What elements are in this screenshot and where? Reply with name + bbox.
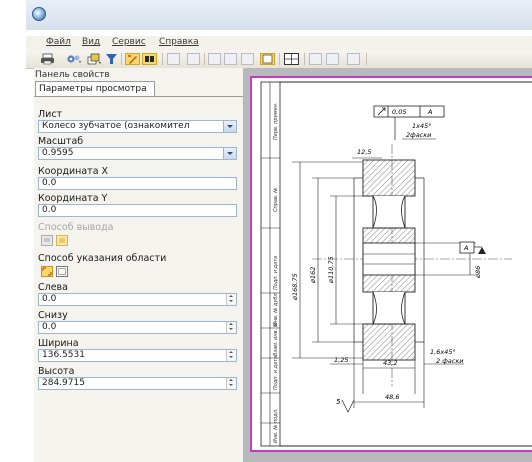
preview-viewport[interactable]: Перв. примен. Справ. № Подп. и дата Инв.… xyxy=(244,68,532,462)
stamp-label-replace-inv: Взам. инв. № xyxy=(273,322,279,356)
menu-help[interactable]: Справка xyxy=(159,37,199,47)
spinner-icon[interactable] xyxy=(226,378,236,389)
spinner-icon[interactable] xyxy=(226,294,236,305)
select-mode-icon[interactable] xyxy=(125,53,140,65)
gear-section xyxy=(353,159,425,361)
view-arrow xyxy=(341,399,355,413)
spinner-icon[interactable] xyxy=(226,322,236,333)
chamfer-label: 1х45° xyxy=(412,122,432,130)
coord-x-field[interactable]: 0.0 xyxy=(38,177,237,190)
dim-bore-diameter: ø86 xyxy=(474,266,482,279)
filter-icon[interactable] xyxy=(105,53,118,65)
grid-icon[interactable] xyxy=(241,53,254,65)
sheet-label: Лист xyxy=(38,109,63,120)
chamfer2-note: 2 фаски xyxy=(436,357,463,365)
dim-total-width: 48,6 xyxy=(385,393,399,401)
menu-bar: Файл Вид Сервис Справка xyxy=(26,36,532,50)
properties-panel: Панель свойств Параметры просмотра Лист … xyxy=(34,68,244,462)
stamp-label-inv-orig: Инв. № подл. xyxy=(273,409,279,444)
left-label: Слева xyxy=(38,282,68,293)
width-field[interactable]: 136.5531 xyxy=(38,349,237,362)
coord-y-field[interactable]: 0.0 xyxy=(38,204,237,217)
left-field[interactable]: 0.0 xyxy=(38,293,237,306)
toolbar-separator xyxy=(279,53,280,65)
dim-small: 1,25 xyxy=(334,356,348,364)
view-mark: 5 xyxy=(336,398,341,406)
menu-service[interactable]: Сервис xyxy=(112,37,146,47)
drawing-sheet[interactable]: Перв. примен. Справ. № Подп. и дата Инв.… xyxy=(250,76,532,452)
output-mode-printer-icon[interactable] xyxy=(56,235,68,246)
stamp-label-sign-date: Подп. и дата xyxy=(273,256,279,290)
width-label: Ширина xyxy=(38,338,79,349)
stamp-label-inv-dupl: Инв. № дубл. xyxy=(273,292,279,326)
datum-flag: A xyxy=(459,241,486,254)
toolbar-separator xyxy=(162,53,163,65)
chevron-down-icon[interactable] xyxy=(223,148,236,159)
datum-flag-letter: A xyxy=(463,244,468,252)
tolerance-datum: A xyxy=(427,108,432,116)
dim-hub-width: 43,2 xyxy=(383,359,397,367)
stamp-label-primary-use: Перв. примен. xyxy=(273,102,279,140)
tolerance-value: 0,05 xyxy=(392,108,406,116)
panel-title: Панель свойств xyxy=(35,70,110,80)
chevron-down-icon[interactable] xyxy=(223,121,236,132)
output-mode-label: Способ вывода xyxy=(38,222,114,233)
area-mode-frame-icon[interactable] xyxy=(41,266,53,277)
width-field-value: 136.5531 xyxy=(42,350,85,360)
zoom-fit-icon[interactable] xyxy=(224,53,237,65)
window-icon[interactable] xyxy=(284,53,299,65)
menu-file[interactable]: Файл xyxy=(46,37,71,47)
coord-x-label: Координата X xyxy=(38,166,109,177)
stamp-label-sign-date-2: Подп. и дата xyxy=(273,356,279,390)
chamfer2-label: 1,6х45° xyxy=(430,348,456,356)
chamfer-note: 2фаски xyxy=(406,131,431,139)
title-bar xyxy=(26,0,532,30)
copy-icon[interactable] xyxy=(167,53,180,65)
toolbar xyxy=(26,50,532,69)
height-field-value: 284.9715 xyxy=(42,378,85,388)
height-label: Высота xyxy=(38,366,75,377)
tab-divider xyxy=(34,96,243,97)
sheet-select-value: Колесо зубчатое (ознакомител xyxy=(42,121,190,131)
zoom-icon[interactable] xyxy=(208,53,221,65)
settings-icon[interactable] xyxy=(66,53,82,65)
roughness-dim: 12,5 xyxy=(357,148,371,156)
toolbar-separator xyxy=(366,53,367,65)
area-mode-select-icon[interactable] xyxy=(56,266,68,277)
tab-view-parameters[interactable]: Параметры просмотра xyxy=(35,81,155,96)
output-mode-screen-icon[interactable] xyxy=(41,235,53,246)
height-field[interactable]: 284.9715 xyxy=(38,377,237,390)
zoom-window-icon[interactable] xyxy=(347,53,360,65)
dim-inner-diameter: ø110,75 xyxy=(327,256,335,284)
app-logo-icon[interactable] xyxy=(32,7,46,21)
bottom-field-value: 0.0 xyxy=(42,322,57,332)
gear-drawing: Перв. примен. Справ. № Подп. и дата Инв.… xyxy=(260,81,532,447)
dim-outer-diameter: ø168,75 xyxy=(291,273,299,301)
scale-select-value: 0.9595 xyxy=(42,148,74,158)
sheet-select[interactable]: Колесо зубчатое (ознакомител xyxy=(38,120,237,133)
toolbar-separator xyxy=(121,53,122,65)
view-mode-icon[interactable] xyxy=(142,53,157,65)
spinner-icon[interactable] xyxy=(226,350,236,361)
layers-icon[interactable] xyxy=(87,53,102,65)
prev-page-icon[interactable] xyxy=(309,53,322,65)
left-field-value: 0.0 xyxy=(42,294,57,304)
area-mode-label: Способ указания области xyxy=(38,253,167,264)
app-window: Файл Вид Сервис Справка Панель свойств П… xyxy=(26,0,532,462)
dim-mid-diameter: ø162 xyxy=(309,267,317,284)
bottom-field[interactable]: 0.0 xyxy=(38,321,237,334)
coord-y-label: Координата Y xyxy=(38,193,108,204)
toolbar-separator xyxy=(304,53,305,65)
paste-icon[interactable] xyxy=(187,53,200,65)
menu-view[interactable]: Вид xyxy=(82,37,100,47)
bottom-label: Снизу xyxy=(38,310,68,321)
printer-icon[interactable] xyxy=(40,53,55,65)
scale-select[interactable]: 0.9595 xyxy=(38,147,237,160)
toolbar-separator xyxy=(204,53,205,65)
page-layout-icon[interactable] xyxy=(260,53,275,65)
next-page-icon[interactable] xyxy=(326,53,339,65)
scale-label: Масштаб xyxy=(38,136,84,147)
stamp-label-reference: Справ. № xyxy=(273,188,279,212)
